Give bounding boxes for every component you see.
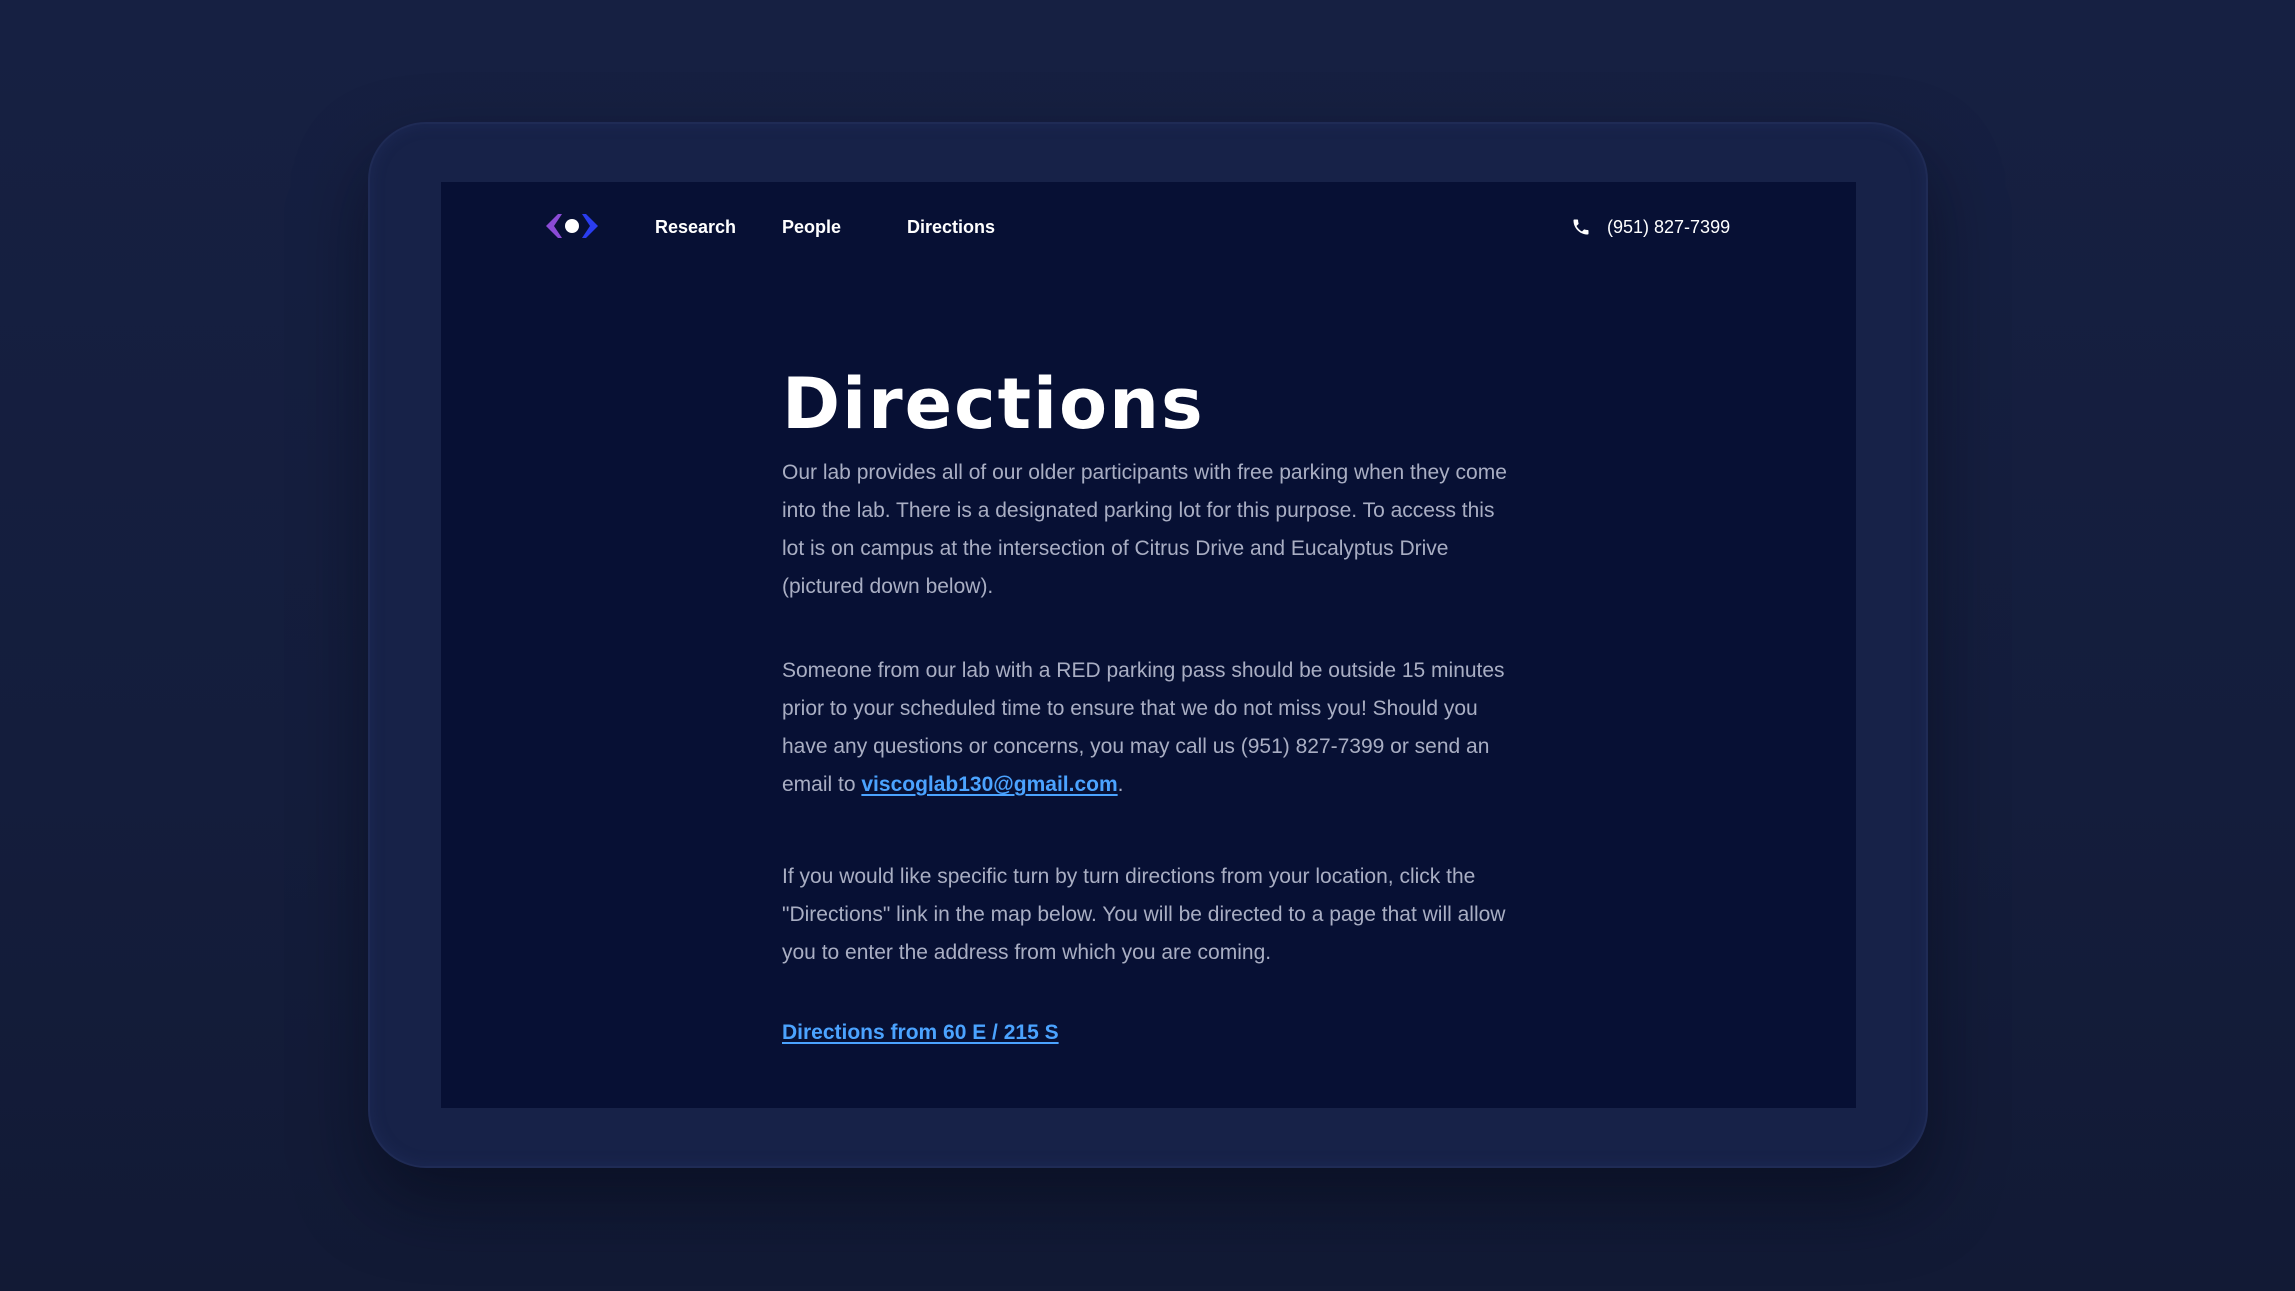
contact-paragraph-end: .: [1117, 773, 1124, 796]
phone-icon: [1573, 219, 1589, 235]
parking-paragraph: Our lab provides all of our older partic…: [782, 461, 1507, 598]
email-link[interactable]: viscoglab130@gmail.com: [861, 773, 1117, 796]
turn-by-turn-paragraph: If you would like specific turn by turn …: [782, 865, 1506, 964]
contact-paragraph: Someone from our lab with a RED parking …: [782, 652, 1522, 804]
directions-from-link[interactable]: Directions from 60 E / 215 S: [782, 1018, 1059, 1048]
nav-directions-link[interactable]: Directions: [907, 216, 995, 238]
top-navigation: Research People Directions (951) 827-739…: [441, 182, 1856, 276]
nav-research-link[interactable]: Research: [655, 216, 736, 238]
page-title: Directions: [782, 363, 1205, 445]
eye-logo-icon[interactable]: [546, 214, 598, 238]
website-screen: Research People Directions (951) 827-739…: [441, 182, 1856, 1108]
main-content: Directions Our lab provides all of our o…: [782, 364, 1522, 1048]
phone-number-link[interactable]: (951) 827-7399: [1607, 216, 1730, 238]
nav-people-link[interactable]: People: [782, 216, 841, 238]
